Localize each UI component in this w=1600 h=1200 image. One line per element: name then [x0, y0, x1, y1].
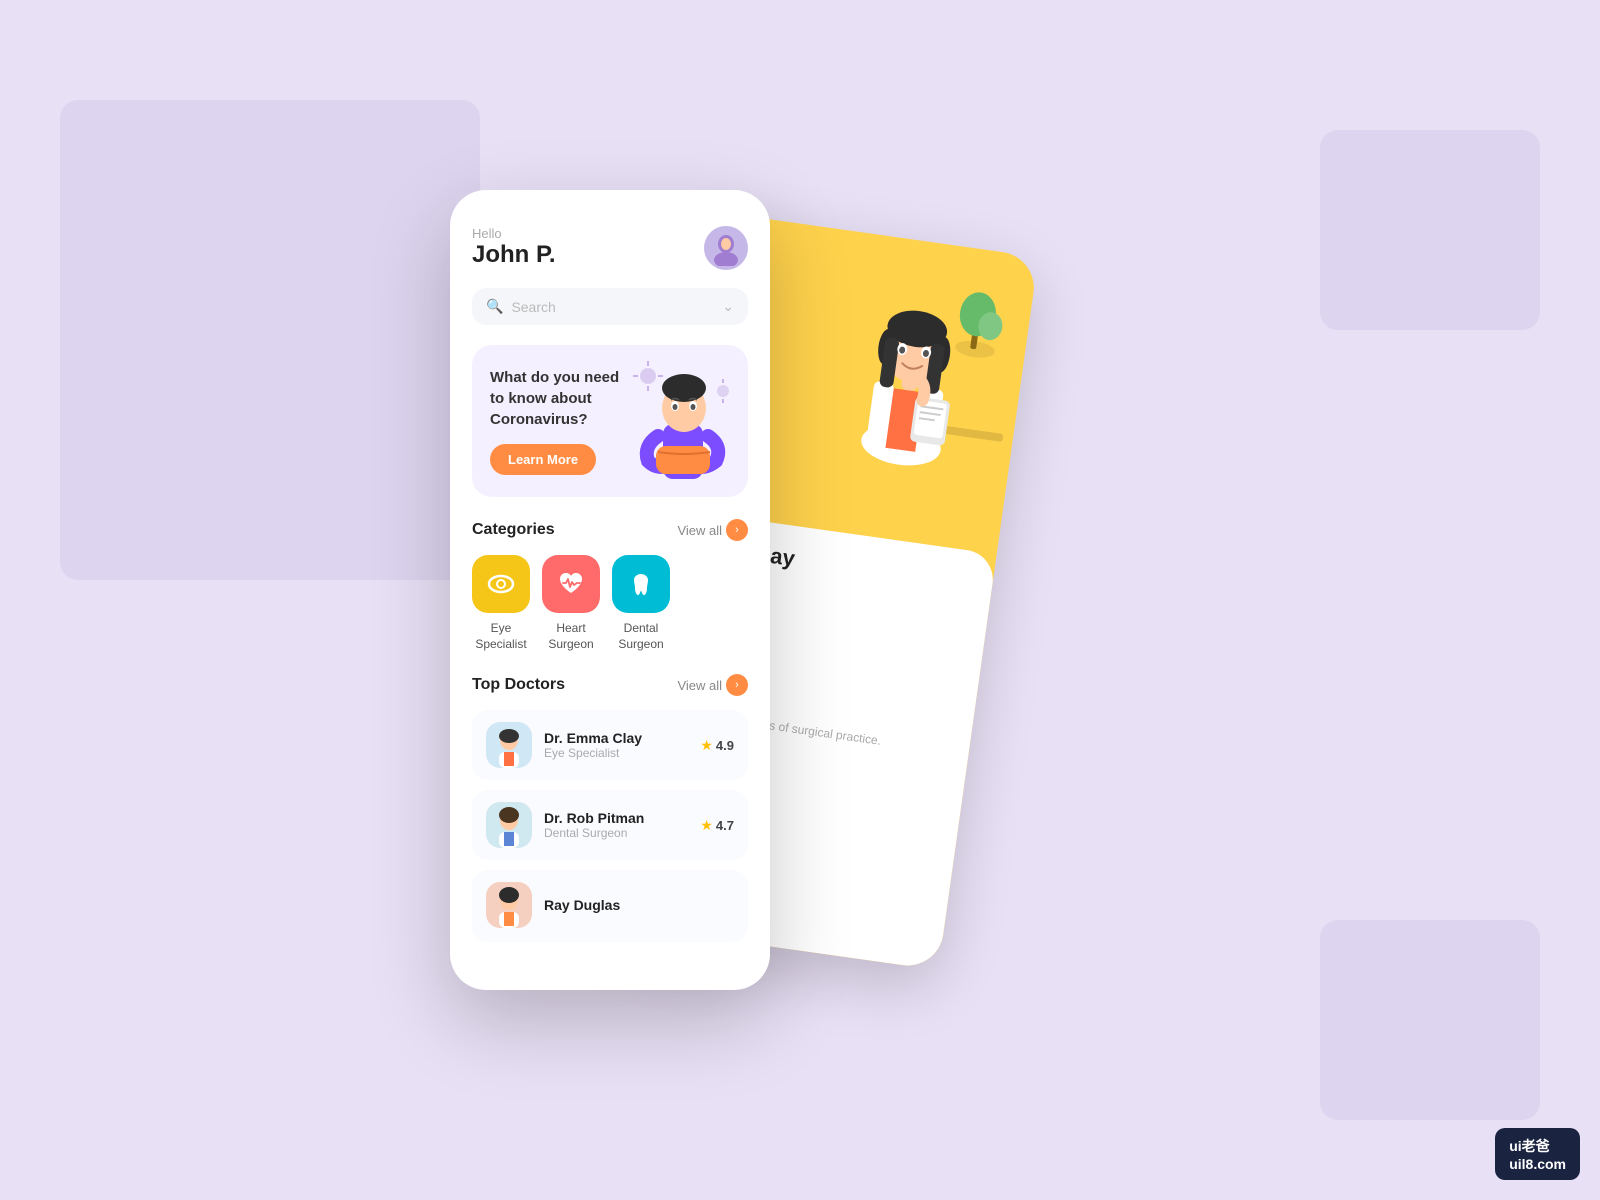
watermark-line2: uil8.com — [1509, 1156, 1566, 1172]
categories-view-all-label: View all — [677, 523, 722, 538]
heart-surgeon-label: HeartSurgeon — [548, 621, 593, 652]
star-icon-rob: ★ — [700, 817, 713, 834]
search-bar[interactable]: 🔍 Search ⌄ — [472, 288, 748, 325]
learn-more-button[interactable]: Learn More — [490, 444, 596, 475]
doctor-name-ray: Ray Duglas — [544, 897, 734, 913]
bg-decoration-tl — [60, 100, 480, 580]
doctor-avatar-emma — [486, 722, 532, 768]
doctors-view-all[interactable]: View all › — [677, 674, 748, 696]
watermark-line1: ui老爸 — [1509, 1136, 1566, 1156]
doctor-specialty-rob: Dental Surgeon — [544, 826, 688, 840]
doctor-card-rob[interactable]: Dr. Rob Pitman Dental Surgeon ★ 4.7 — [472, 790, 748, 860]
watermark: ui老爸 uil8.com — [1495, 1128, 1580, 1180]
rating-value-emma: 4.9 — [716, 738, 734, 753]
category-item-eye[interactable]: EyeSpecialist — [472, 555, 530, 652]
doctor-rating-emma: ★ 4.9 — [700, 737, 734, 754]
doctor-name-rob: Dr. Rob Pitman — [544, 810, 688, 826]
categories-view-all-arrow-icon: › — [726, 519, 748, 541]
doctor-info-ray: Ray Duglas — [544, 897, 734, 913]
top-doctors-section-header: Top Doctors View all › — [472, 674, 748, 696]
heart-surgeon-icon-box — [542, 555, 600, 613]
categories-title: Categories — [472, 521, 555, 539]
eye-specialist-icon-box — [472, 555, 530, 613]
search-chevron-icon: ⌄ — [722, 298, 734, 315]
categories-section-header: Categories View all › — [472, 519, 748, 541]
avatar[interactable] — [704, 226, 748, 270]
search-icon: 🔍 — [486, 298, 503, 315]
doctor-card-ray[interactable]: Ray Duglas — [472, 870, 748, 942]
doctor-avatar-ray — [486, 882, 532, 928]
doctor-rating-rob: ★ 4.7 — [700, 817, 734, 834]
bg-decoration-br — [1320, 920, 1540, 1120]
dental-surgeon-label: DentalSurgeon — [618, 621, 663, 652]
doctor-illustration — [794, 248, 1025, 513]
categories-row: EyeSpecialist HeartSurgeon — [472, 555, 748, 652]
rating-value-rob: 4.7 — [716, 818, 734, 833]
doctor-specialty-emma: Eye Specialist — [544, 746, 688, 760]
doctor-list: Dr. Emma Clay Eye Specialist ★ 4.9 — [472, 710, 748, 942]
dental-surgeon-icon-box — [612, 555, 670, 613]
doctor-name-emma: Dr. Emma Clay — [544, 730, 688, 746]
doctor-info-rob: Dr. Rob Pitman Dental Surgeon — [544, 810, 688, 840]
doctor-card-emma[interactable]: Dr. Emma Clay Eye Specialist ★ 4.9 — [472, 710, 748, 780]
bg-decoration-tr — [1320, 130, 1540, 330]
eye-specialist-label: EyeSpecialist — [475, 621, 526, 652]
category-item-heart[interactable]: HeartSurgeon — [542, 555, 600, 652]
banner-card: What do you need to know about Coronavir… — [472, 345, 748, 497]
star-icon-emma: ★ — [700, 737, 713, 754]
header: Hello John P. — [472, 226, 748, 270]
categories-view-all[interactable]: View all › — [677, 519, 748, 541]
phone-front: Hello John P. 🔍 Search ⌄ — [450, 190, 770, 990]
banner-text: What do you need to know about Coronavir… — [490, 367, 622, 430]
category-item-dental[interactable]: DentalSurgeon — [612, 555, 670, 652]
doctors-view-all-label: View all — [677, 678, 722, 693]
sick-person-illustration — [628, 345, 748, 497]
top-doctors-title: Top Doctors — [472, 676, 565, 694]
phones-container: ⌐ — [450, 190, 1150, 1010]
hello-label: Hello — [472, 226, 556, 241]
user-name: John P. — [472, 241, 556, 269]
doctor-avatar-rob — [486, 802, 532, 848]
search-placeholder: Search — [511, 299, 714, 315]
doctor-info-emma: Dr. Emma Clay Eye Specialist — [544, 730, 688, 760]
doctors-view-all-arrow-icon: › — [726, 674, 748, 696]
